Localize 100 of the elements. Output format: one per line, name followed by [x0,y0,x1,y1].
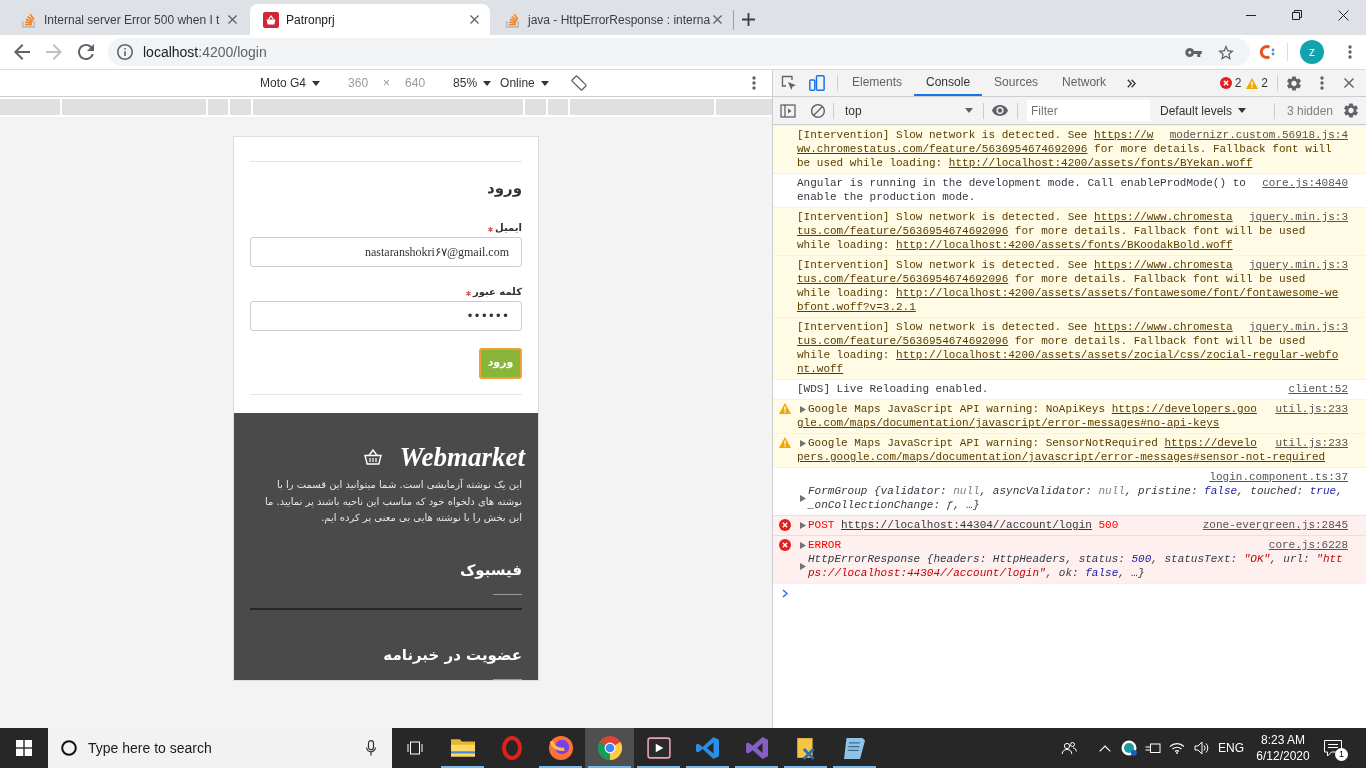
more-options-icon[interactable] [1348,45,1352,59]
close-icon[interactable] [1344,78,1354,88]
console-link[interactable]: https://www.chromesta [1094,211,1233,223]
devtools-tab[interactable]: Sources [982,70,1051,96]
console-link[interactable]: https://w [1094,129,1154,141]
source-link[interactable]: login.component.ts:37 [1201,470,1348,484]
more-options-icon[interactable] [752,76,756,90]
source-link[interactable]: core.js:40840 [1254,176,1348,190]
rotate-icon[interactable] [570,75,587,91]
source-link[interactable]: zone-evergreen.js:2845 [1194,518,1348,532]
console-link[interactable]: nt.woff [797,363,844,375]
expand-triangle-icon[interactable] [800,541,806,549]
microphone-icon[interactable] [366,740,376,756]
browser-tab[interactable]: java - HttpErrorResponse : interna [492,4,732,35]
sidebar-icon[interactable] [780,103,796,118]
device-dropdown[interactable]: Moto G4 [260,74,321,92]
expand-triangle-icon[interactable] [800,439,806,447]
battery-plug-icon[interactable] [1145,742,1161,754]
settings-icon[interactable] [1287,75,1301,91]
error-count[interactable]: 2 [1234,74,1242,92]
task-view-icon[interactable] [407,741,423,755]
console-text: while loading: [797,287,890,299]
console-link[interactable]: http://localhost:4200/assets/fonts/BYekan.woff [948,157,1253,169]
console-text: [Intervention] Slow network is detected. See [797,259,1088,271]
info-icon[interactable] [117,44,133,60]
language-indicator[interactable]: ENG [1218,739,1244,757]
console-link[interactable]: tus.com/feature/5636954674692096 [797,225,1009,237]
console-link[interactable]: https://www.chromesta [1094,259,1233,271]
source-link[interactable]: jquery.min.js:3 [1240,210,1348,224]
email-field[interactable]: nastaranshokri۶۷@gmail.com [250,237,522,267]
password-field[interactable]: •••••• [250,301,522,331]
console-link[interactable]: tus.com/feature/5636954674692096 [797,335,1009,347]
close-tab-icon[interactable] [228,15,237,24]
plus-icon[interactable] [742,13,755,26]
browser-tab[interactable]: Patronprj [250,4,490,35]
throttling-dropdown[interactable]: Online [500,74,549,92]
eye-icon[interactable] [992,105,1008,116]
console-link[interactable]: ww.chromestatus.com/feature/5636954674692096 [797,143,1088,155]
devtools-tab[interactable]: Network [1050,70,1119,96]
source-link[interactable]: util.js:233 [1267,402,1348,416]
console-link[interactable]: http://localhost:4200/assets/assets/fontawesome/font/fontawesome-we [896,287,1339,299]
console-link[interactable]: https://localhost:44304//account/login [841,519,1092,531]
restore-icon[interactable] [1292,10,1302,20]
source-link[interactable]: jquery.min.js:3 [1240,258,1348,272]
double-chevron-icon[interactable] [1127,78,1137,88]
wifi-icon[interactable] [1169,742,1185,754]
address-bar[interactable]: localhost:4200/login [108,38,1250,66]
chevron-up-icon[interactable] [1099,744,1111,752]
minimize-icon[interactable] [1246,14,1256,16]
console-link[interactable]: pers.google.com/maps/documentation/javascript/error-messages#sensor-not-required [797,451,1326,463]
source-link[interactable]: jquery.min.js:3 [1240,320,1348,334]
key-icon[interactable] [1185,47,1202,57]
expand-triangle-icon[interactable] [800,405,806,413]
devtools-tab[interactable]: Elements [840,70,915,96]
reload-icon[interactable] [78,44,94,60]
taskbar-app-button[interactable] [585,728,634,768]
source-link[interactable]: util.js:233 [1267,436,1348,450]
browser-tab[interactable]: Internal server Error 500 when I t [8,4,248,35]
speaker-icon[interactable] [1193,741,1209,755]
form-heading: ورود [487,178,522,198]
star-icon[interactable] [1218,44,1234,60]
levels-dropdown[interactable]: Default levels [1160,101,1247,120]
settings-icon[interactable] [1344,103,1358,118]
console-text: enable the production mode. [797,190,976,204]
four-panes-icon[interactable] [16,740,32,756]
console-link[interactable]: gle.com/maps/documentation/javascript/error-messages#no-api-keys [797,417,1220,429]
round-badge-icon[interactable] [1121,740,1137,756]
console-link[interactable]: bfont.woff?v=3.2.1 [797,301,916,313]
devices-icon[interactable] [809,75,825,91]
clear-icon[interactable] [811,103,825,118]
inspect-icon[interactable] [781,75,797,91]
clock-date[interactable]: 6/12/2020 [1256,748,1310,764]
more-options-icon[interactable] [1320,76,1324,90]
clock-time[interactable]: 8:23 AM [1261,732,1305,748]
context-dropdown[interactable]: top [840,99,976,122]
console-link[interactable]: http://localhost:4200/assets/assets/zocial/css/zocial-regular-webfo [896,349,1339,361]
expand-triangle-icon[interactable] [800,562,806,570]
expand-triangle-icon[interactable] [800,521,806,529]
warning-count[interactable]: 2 [1261,74,1268,92]
source-link[interactable]: modernizr.custom.56918.js:4 [1161,128,1348,142]
console-link[interactable]: https://develo [1164,437,1257,449]
filter-field[interactable]: Filter [1027,100,1150,121]
search-field[interactable]: Type here to search [48,728,392,768]
ring-icon [501,736,522,760]
console-link[interactable]: tus.com/feature/5636954674692096 [797,273,1009,285]
close-tab-icon[interactable] [470,15,479,24]
folder-icon [450,739,475,757]
arc-dots-icon[interactable] [1259,44,1275,60]
people-icon[interactable] [1061,741,1077,755]
expand-triangle-icon[interactable] [800,494,806,502]
console-link[interactable]: https://www.chromesta [1094,321,1233,333]
back-arrow-icon[interactable] [14,44,30,60]
close-tab-icon[interactable] [713,15,723,24]
console-link[interactable]: https://developers.goo [1111,403,1257,415]
speech-bubble-icon[interactable] [1324,739,1342,757]
source-link[interactable]: core.js:6228 [1260,538,1348,552]
console-link[interactable]: http://localhost:4200/assets/fonts/BKoodakBold.woff [896,239,1233,251]
close-icon[interactable] [1337,9,1349,21]
source-link[interactable]: client:52 [1280,382,1348,396]
zoom-dropdown[interactable]: 85% [453,74,492,92]
